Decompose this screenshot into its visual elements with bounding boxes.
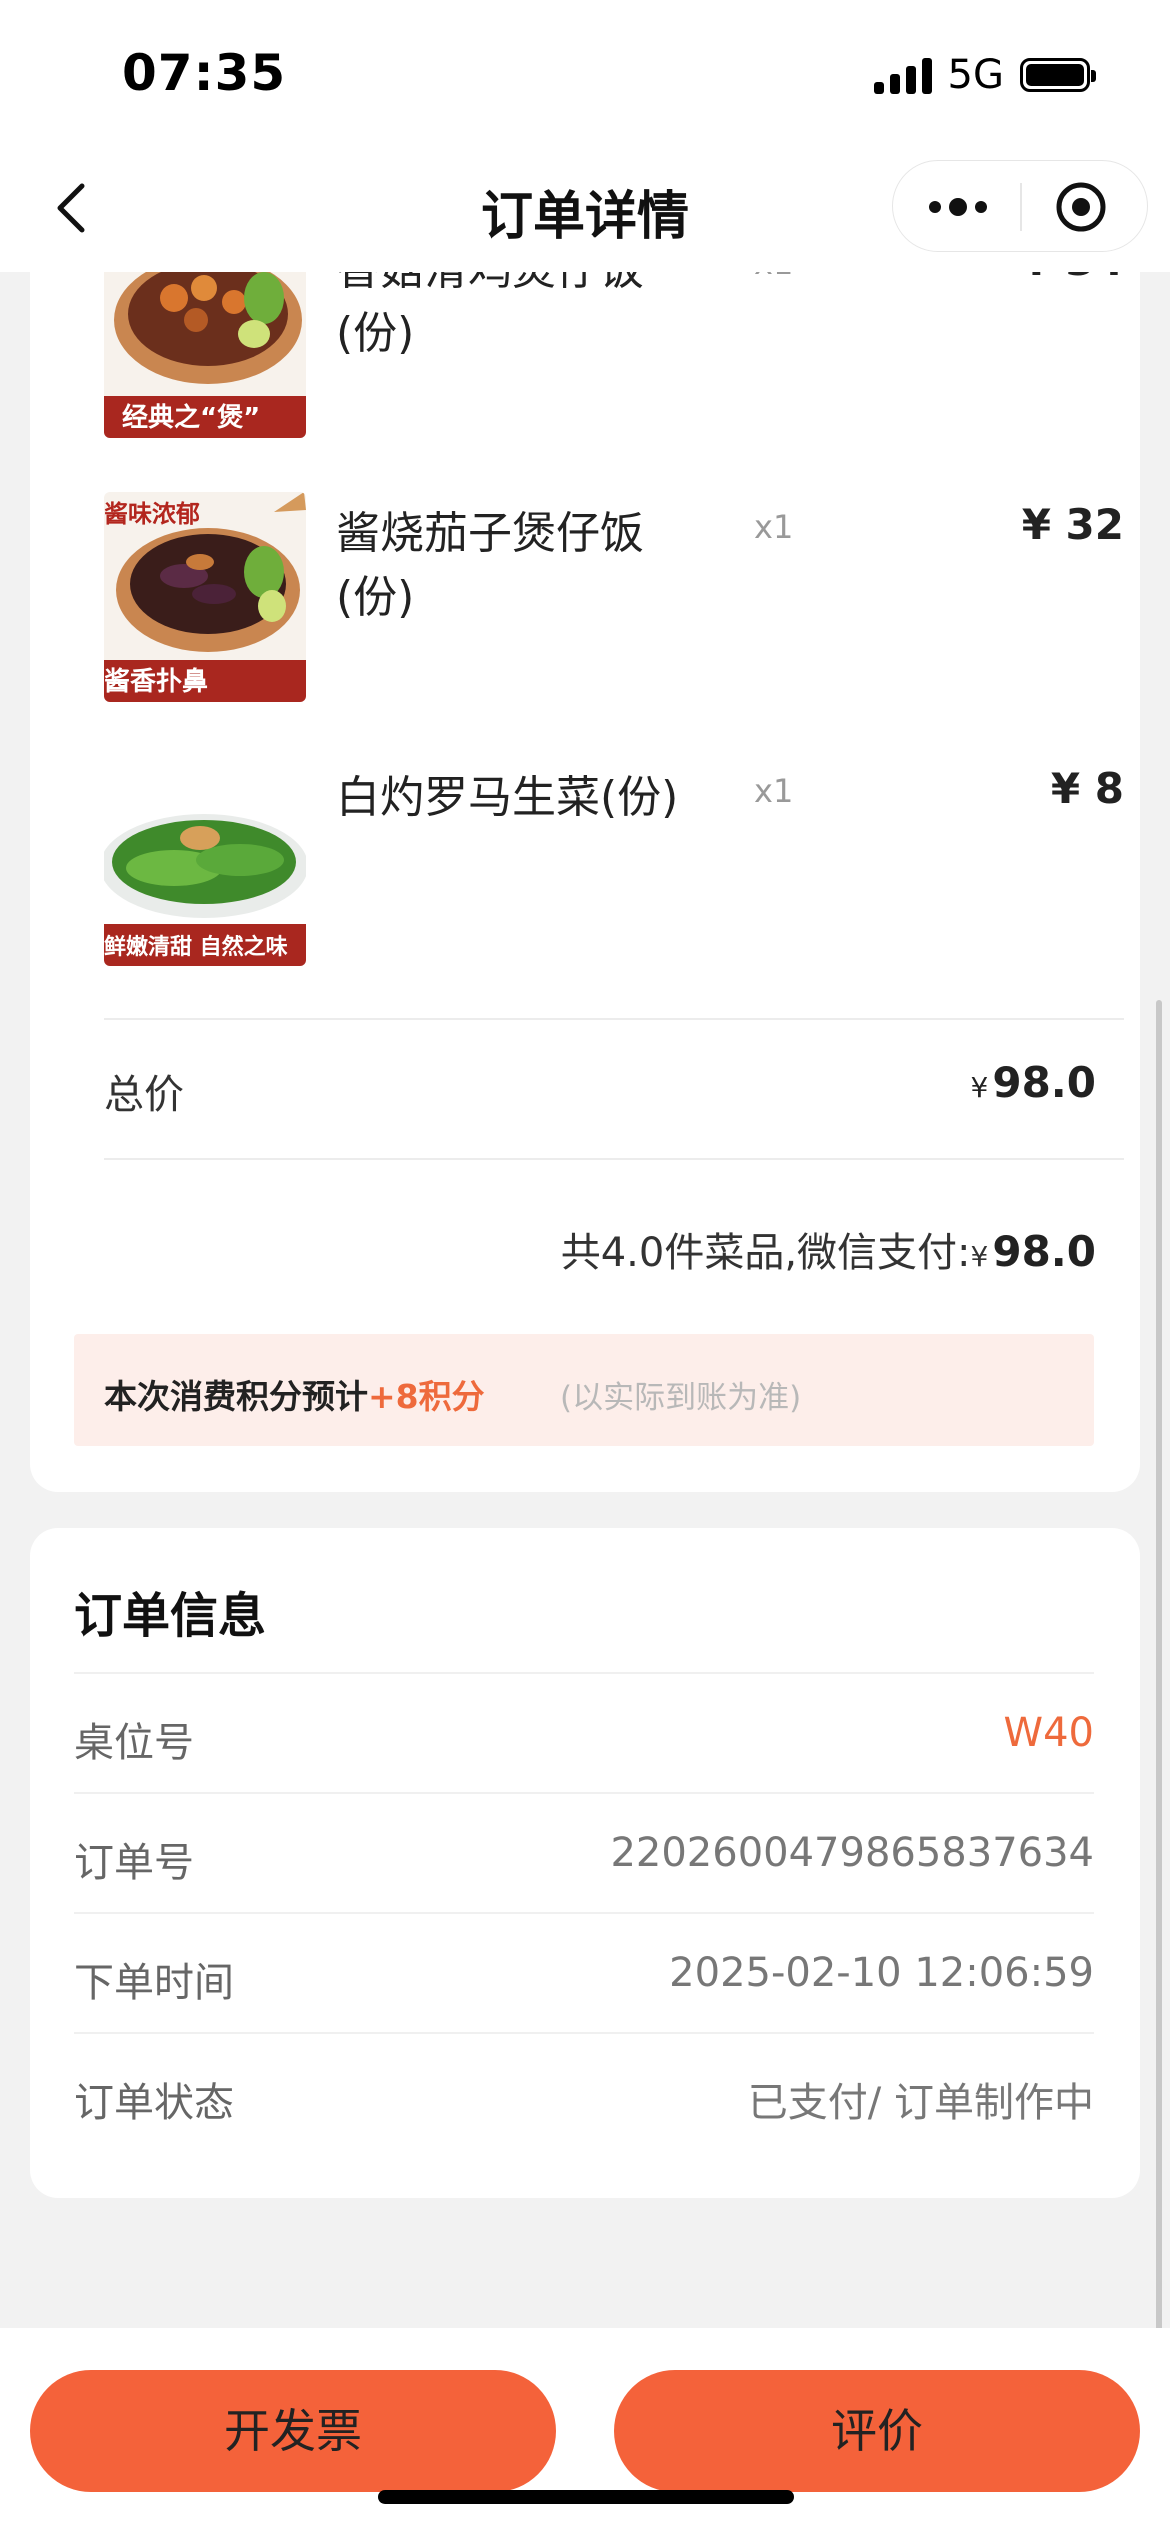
svg-text:酱味浓郁: 酱味浓郁: [104, 500, 200, 528]
order-detail-screen: 经典之“煲” 香菇滑鸡煲仔饭(份) x1 ¥ 34: [0, 0, 1170, 2532]
battery-icon: [1020, 58, 1096, 92]
info-row-order-status: 订单状态 已支付/ 订单制作中: [74, 2032, 1094, 2154]
total-value: ¥98.0: [971, 1058, 1096, 1107]
item-price: ¥ 8: [1050, 764, 1124, 813]
dish-thumbnail: 酱味浓郁 酱香扑鼻: [104, 492, 306, 702]
network-type: 5G: [947, 52, 1004, 98]
status-indicators: 5G: [873, 52, 1096, 98]
svg-text:经典之“煲”: 经典之“煲”: [122, 402, 260, 433]
points-text: 本次消费积分预计+8积分: [104, 1370, 485, 1418]
order-number-value[interactable]: 2202600479865837634: [610, 1830, 1094, 1876]
item-name: 酱烧茄子煲仔饭(份): [336, 508, 644, 623]
order-info-title: 订单信息: [74, 1588, 267, 1644]
dish-thumbnail: 鲜嫩清甜 自然之味: [104, 756, 306, 966]
table-number-value: W40: [1003, 1710, 1094, 1756]
divider: [104, 1158, 1124, 1160]
item-price: ¥ 32: [1021, 500, 1124, 549]
order-item[interactable]: 酱味浓郁 酱香扑鼻 酱烧茄子煲仔饭(份) x1 ¥ 32: [74, 492, 1124, 702]
order-item[interactable]: 鲜嫩清甜 自然之味 白灼罗马生菜(份) x1 ¥ 8: [74, 756, 1124, 966]
info-label: 订单号: [74, 1840, 194, 1886]
divider: [104, 1018, 1124, 1020]
points-value: +8积分: [368, 1377, 485, 1416]
review-button[interactable]: 评价: [614, 2370, 1140, 2492]
home-indicator[interactable]: [378, 2490, 794, 2504]
status-bar: 07:35 5G: [0, 0, 1170, 150]
close-target-icon[interactable]: [1055, 181, 1107, 233]
svg-text:鲜嫩清甜 自然之味: 鲜嫩清甜 自然之味: [104, 934, 288, 960]
info-label: 订单状态: [74, 2080, 234, 2126]
signal-icon: [873, 56, 932, 94]
capsule-divider: [1020, 183, 1022, 231]
points-prefix: 本次消费积分预计: [104, 1377, 368, 1416]
order-items-card: 经典之“煲” 香菇滑鸡煲仔饭(份) x1 ¥ 34: [30, 200, 1140, 1492]
info-label: 下单时间: [74, 1960, 234, 2006]
svg-text:酱香扑鼻: 酱香扑鼻: [104, 666, 208, 697]
item-quantity: x1: [754, 772, 794, 810]
nav-bar: 订单详情: [0, 150, 1170, 272]
order-time-value: 2025-02-10 12:06:59: [669, 1950, 1094, 1996]
info-label: 桌位号: [74, 1720, 194, 1766]
points-estimate-banner: 本次消费积分预计+8积分 (以实际到账为准): [74, 1334, 1094, 1446]
currency-symbol: ¥: [970, 1240, 989, 1273]
order-info-card: 订单信息 桌位号 W40 订单号 2202600479865837634 下单时…: [30, 1528, 1140, 2198]
scrollbar[interactable]: [1156, 1000, 1162, 2350]
summary-amount: 98.0: [992, 1227, 1096, 1276]
miniprogram-capsule: [892, 160, 1148, 252]
info-row-table: 桌位号 W40: [74, 1672, 1094, 1794]
order-status-value: 已支付/ 订单制作中: [747, 2080, 1094, 2126]
info-row-order-number: 订单号 2202600479865837634: [74, 1792, 1094, 1914]
total-amount: 98.0: [992, 1058, 1096, 1107]
summary-text: 共4.0件菜品,微信支付:: [560, 1230, 971, 1276]
info-row-order-time: 下单时间 2025-02-10 12:06:59: [74, 1912, 1094, 2034]
status-time: 07:35: [122, 44, 287, 102]
item-quantity: x1: [754, 508, 794, 546]
invoice-button[interactable]: 开发票: [30, 2370, 556, 2492]
item-name: 白灼罗马生菜(份): [336, 772, 679, 823]
points-note: (以实际到账为准): [560, 1380, 802, 1416]
more-icon[interactable]: [923, 187, 993, 227]
payment-summary: 共4.0件菜品,微信支付:¥98.0: [561, 1220, 1096, 1278]
currency-symbol: ¥: [970, 1071, 989, 1104]
total-label: 总价: [104, 1072, 184, 1118]
